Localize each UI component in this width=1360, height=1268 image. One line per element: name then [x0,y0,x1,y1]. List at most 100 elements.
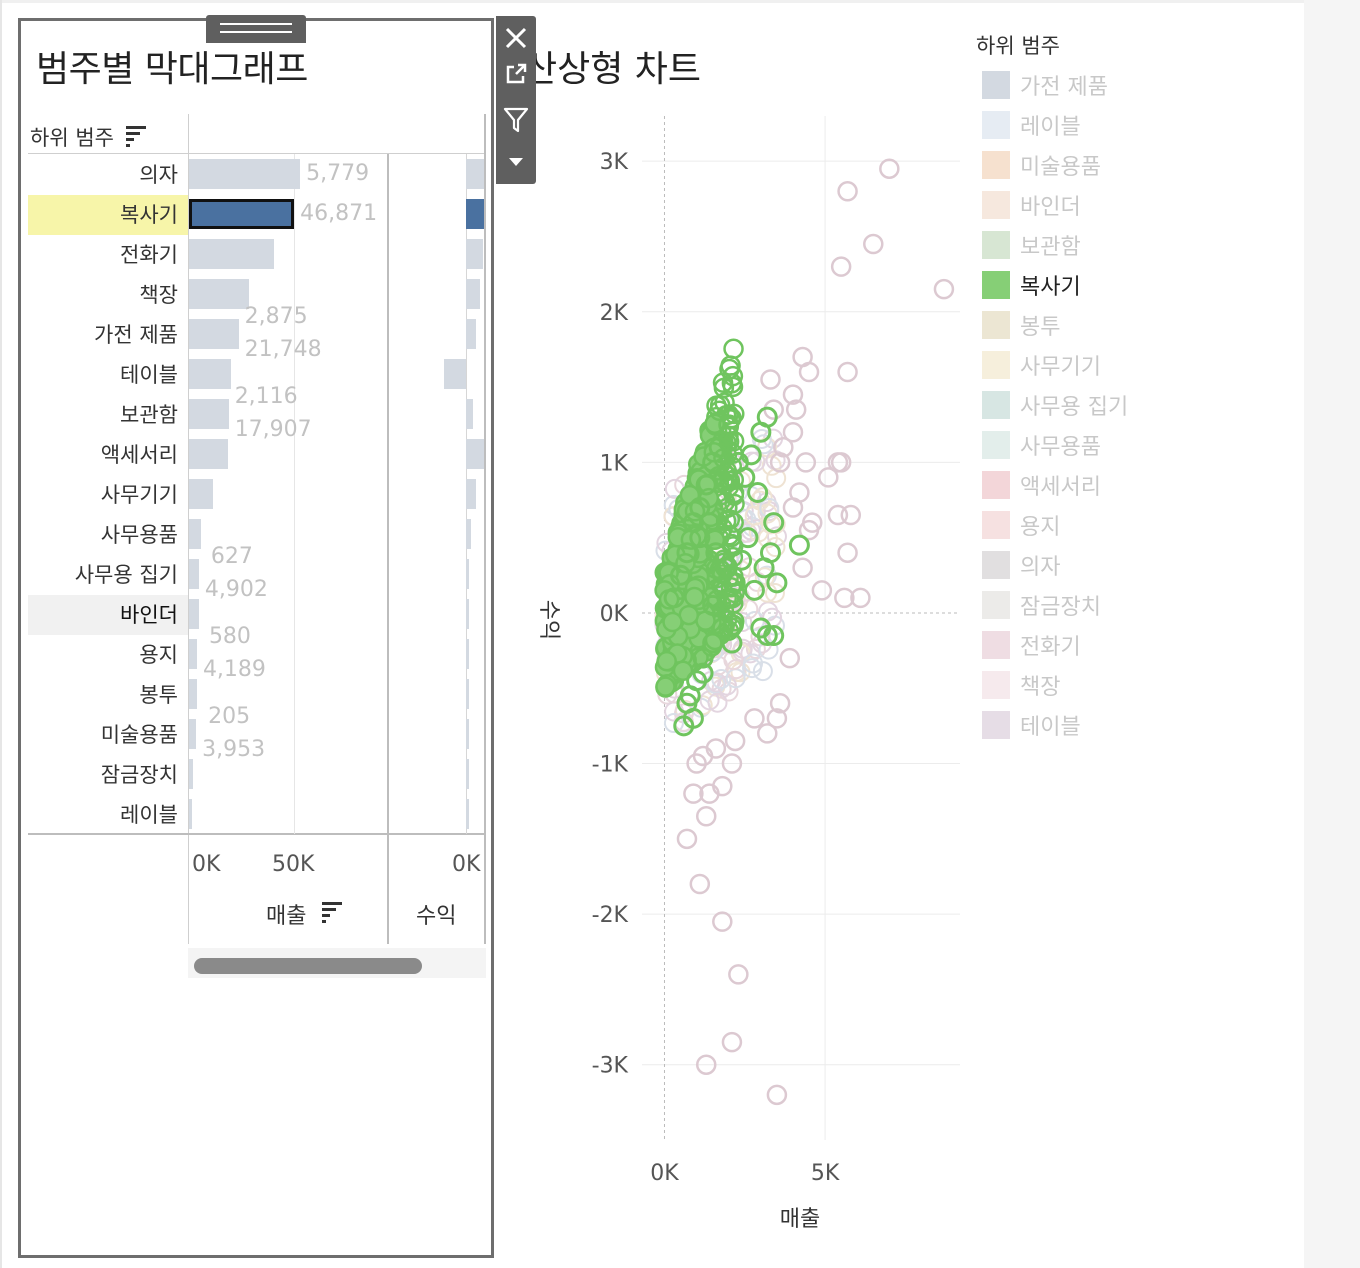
sales-bar[interactable] [189,479,213,509]
legend-item[interactable]: 보관함 [982,230,1081,260]
row-label[interactable]: 봉투 [28,675,178,715]
sales-bar[interactable] [189,159,301,189]
row-label[interactable]: 전화기 [28,235,178,275]
go-to-sheet-button[interactable] [500,56,532,92]
profit-bar[interactable] [466,559,469,589]
legend-item[interactable]: 책장 [982,670,1060,700]
sales-bar[interactable] [189,199,295,229]
legend-label: 의자 [1020,555,1061,580]
row-label[interactable]: 미술용품 [28,715,178,755]
scatter-points[interactable] [654,158,955,1106]
profit-bar[interactable] [466,479,477,509]
bar-data-label: 3,953 [202,737,266,762]
legend-item[interactable]: 복사기 [982,270,1081,300]
sort-icon[interactable] [126,126,148,148]
row-label[interactable]: 용지 [28,635,178,675]
sales-bar[interactable] [189,639,197,669]
row-label[interactable]: 복사기 [28,195,178,235]
legend-item[interactable]: 테이블 [982,710,1081,740]
sales-tick-50k: 50K [272,852,315,877]
bar-data-label: 21,748 [244,337,322,362]
sales-bar[interactable] [189,559,199,589]
scatter-y-axis-title: 수익 [536,600,561,640]
profit-bar[interactable] [466,319,476,349]
profit-bar[interactable] [466,159,484,189]
row-label[interactable]: 보관함 [28,395,178,435]
sales-bar[interactable] [189,799,193,829]
header-bottom-line [28,153,484,154]
profit-bar[interactable] [466,799,469,829]
legend-item[interactable]: 레이블 [982,110,1081,140]
profit-bar[interactable] [466,279,480,309]
sales-sort-icon[interactable] [322,902,344,924]
profit-bar[interactable] [466,639,469,669]
profit-bar[interactable] [466,439,484,469]
sales-bar[interactable] [189,599,199,629]
legend-item[interactable]: 액세서리 [982,470,1101,500]
legend-title: 하위 범주 [976,34,1060,58]
legend-label: 전화기 [1020,635,1081,660]
row-label[interactable]: 바인더 [28,595,178,635]
row-label[interactable]: 잠금장치 [28,755,178,795]
row-label[interactable]: 레이블 [28,795,178,835]
sales-bar[interactable] [189,519,201,549]
y-tick-label: 2K [600,301,629,326]
row-label[interactable]: 사무기기 [28,475,178,515]
scatter-point-other [782,497,804,518]
legend-swatch [982,471,1010,499]
profit-bar[interactable] [466,239,484,269]
sales-bar[interactable] [189,439,228,469]
row-label[interactable]: 테이블 [28,355,178,395]
profit-bar[interactable] [466,399,474,429]
row-label[interactable]: 가전 제품 [28,315,178,355]
drag-handle[interactable] [206,15,306,43]
profit-bar[interactable] [444,359,466,389]
canvas-top-border [0,0,1304,3]
sales-bar[interactable] [189,399,229,429]
legend-swatch [982,431,1010,459]
sales-bar[interactable] [189,719,197,749]
use-as-filter-button[interactable] [500,102,532,138]
horizontal-scrollbar-thumb[interactable] [194,958,422,974]
row-label[interactable]: 의자 [28,155,178,195]
profit-bar[interactable] [466,719,469,749]
sales-axis-title: 매출 [266,904,307,929]
row-label[interactable]: 액세서리 [28,435,178,475]
legend-label: 액세서리 [1020,475,1101,500]
profit-bar[interactable] [466,519,471,549]
legend-item[interactable]: 봉투 [982,310,1060,340]
row-label[interactable]: 사무용 집기 [28,555,178,595]
profit-bar[interactable] [466,759,469,789]
legend-item[interactable]: 전화기 [982,630,1081,660]
legend-item[interactable]: 사무기기 [982,350,1101,380]
legend-item[interactable]: 의자 [982,550,1060,580]
legend-label: 미술용품 [1020,155,1101,180]
row-label[interactable]: 사무용품 [28,515,178,555]
profit-bar[interactable] [466,199,484,229]
legend-item[interactable]: 바인더 [982,190,1081,220]
sales-tick-0: 0K [192,852,221,877]
sales-bar[interactable] [189,319,239,349]
scatter-chart[interactable]: 3K 2K 1K 0K -1K -2K -3K 0K 5K 매출 수익 [530,100,980,1260]
profit-bar[interactable] [466,599,469,629]
close-button[interactable] [500,20,532,56]
legend-item[interactable]: 사무용품 [982,430,1101,460]
sales-bar[interactable] [189,679,197,709]
legend-label: 용지 [1020,515,1061,540]
pane-divider-right [484,114,486,944]
sales-bar[interactable] [189,759,193,789]
sales-bar[interactable] [189,279,249,309]
legend-label: 복사기 [1020,275,1081,300]
y-tick-label: 0K [600,602,629,627]
legend-item[interactable]: 가전 제품 [982,70,1108,100]
sales-bar[interactable] [189,239,275,269]
sales-bar[interactable] [189,359,231,389]
legend-item[interactable]: 사무용 집기 [982,390,1128,420]
legend-item[interactable]: 용지 [982,510,1060,540]
legend-item[interactable]: 미술용품 [982,150,1101,180]
more-options-button[interactable] [500,144,532,180]
profit-bar[interactable] [466,679,469,709]
scatter-point-other [837,361,858,383]
row-label[interactable]: 책장 [28,275,178,315]
legend-item[interactable]: 잠금장치 [982,590,1101,620]
